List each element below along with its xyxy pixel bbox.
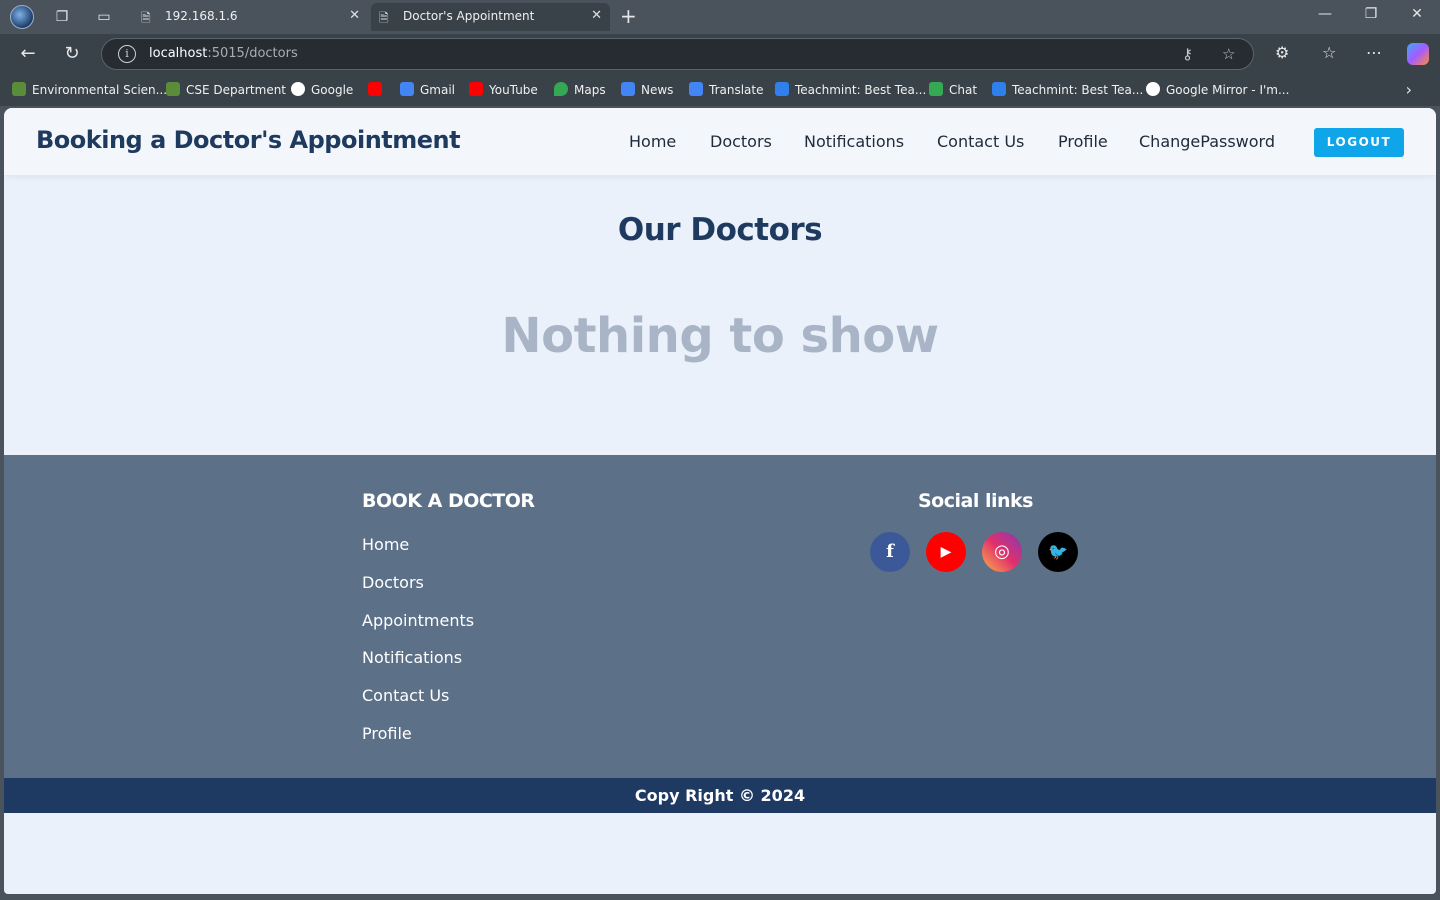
bookmark-item[interactable]: Chat <box>929 82 977 97</box>
bookmark-item[interactable]: Google <box>291 82 353 97</box>
site-footer: BOOK A DOCTOR Home Doctors Appointments … <box>4 455 1436 778</box>
nav-change-password[interactable]: ChangePassword <box>1139 132 1275 151</box>
page-title: Our Doctors <box>617 212 823 248</box>
browser-tab-192[interactable]: 🗎 192.168.1.6 ✕ <box>133 3 368 31</box>
bookmark-item[interactable]: Environmental Scien... <box>12 82 167 97</box>
teachmint-icon <box>992 82 1006 96</box>
nav-notifications[interactable]: Notifications <box>804 132 904 151</box>
footer-link-doctors[interactable]: Doctors <box>362 573 424 592</box>
close-window-icon[interactable]: ✕ <box>1402 6 1432 22</box>
bookmark-item[interactable] <box>368 82 388 97</box>
maps-icon <box>554 82 568 96</box>
google-icon <box>291 82 305 96</box>
site-info-icon[interactable]: i <box>118 45 136 63</box>
footer-link-notifications[interactable]: Notifications <box>362 648 462 667</box>
google-mirror-icon <box>1146 82 1160 96</box>
bookmark-icon <box>166 82 180 96</box>
nav-doctors[interactable]: Doctors <box>710 132 772 151</box>
back-icon[interactable]: ← <box>15 42 41 66</box>
copyright-bar: Copy Right © 2024 <box>4 778 1436 813</box>
youtube-icon <box>469 82 483 96</box>
nav-contact-us[interactable]: Contact Us <box>937 132 1024 151</box>
tab-actions-icon[interactable]: ▭ <box>93 7 115 27</box>
teachmint-icon <box>775 82 789 96</box>
empty-state-message: Nothing to show <box>501 308 939 364</box>
address-row: ← ↻ i localhost:5015/doctors ⚷ ☆ ⚙ ☆ ⋯ <box>0 34 1440 74</box>
bookmark-icon <box>12 82 26 96</box>
social-links-heading: Social links <box>918 490 1033 512</box>
bookmark-item[interactable]: News <box>621 82 673 97</box>
url-text[interactable]: localhost:5015/doctors <box>149 46 298 61</box>
browser-tab-bar: ❐ ▭ 🗎 192.168.1.6 ✕ 🗎 Doctor's Appointme… <box>0 0 1440 34</box>
bookmark-item[interactable]: Maps <box>554 82 606 97</box>
footer-links-heading: BOOK A DOCTOR <box>362 490 535 512</box>
bookmarks-bar: Environmental Scien... CSE Department Go… <box>0 74 1440 106</box>
address-bar[interactable]: i localhost:5015/doctors ⚷ ☆ <box>101 38 1254 70</box>
close-tab-icon[interactable]: ✕ <box>591 8 602 23</box>
favorites-icon[interactable]: ☆ <box>1322 43 1336 62</box>
site-brand[interactable]: Booking a Doctor's Appointment <box>36 126 461 154</box>
instagram-icon[interactable]: ◎ <box>982 532 1022 572</box>
chevron-right-icon[interactable]: › <box>1406 80 1412 99</box>
minimize-icon[interactable]: — <box>1310 6 1340 22</box>
favorite-star-icon[interactable]: ☆ <box>1222 45 1235 63</box>
gmail-icon <box>400 82 414 96</box>
tab-title: Doctor's Appointment <box>403 9 535 23</box>
logout-button[interactable]: LOGOUT <box>1314 128 1404 157</box>
page-icon: 🗎 <box>379 11 389 25</box>
browser-tab-doctors[interactable]: 🗎 Doctor's Appointment ✕ <box>371 3 610 31</box>
refresh-icon[interactable]: ↻ <box>59 42 85 66</box>
nav-profile[interactable]: Profile <box>1058 132 1108 151</box>
news-icon <box>621 82 635 96</box>
key-icon[interactable]: ⚷ <box>1182 45 1193 63</box>
browser-profile-icon[interactable] <box>10 5 34 29</box>
footer-link-contact-us[interactable]: Contact Us <box>362 686 449 705</box>
window-bottom-edge <box>0 894 1440 900</box>
nav-home[interactable]: Home <box>629 132 676 151</box>
page-viewport: Booking a Doctor's Appointment Home Doct… <box>4 108 1436 894</box>
more-options-icon[interactable]: ⋯ <box>1366 43 1382 62</box>
footer-link-appointments[interactable]: Appointments <box>362 611 474 630</box>
bookmark-item[interactable]: CSE Department <box>166 82 286 97</box>
youtube-icon[interactable]: ▶ <box>926 532 966 572</box>
translate-icon <box>689 82 703 96</box>
youtube-icon <box>368 82 382 96</box>
new-tab-icon[interactable]: + <box>620 4 637 28</box>
restore-icon[interactable]: ❐ <box>1356 6 1386 22</box>
bookmark-item[interactable]: Google Mirror - I'm... <box>1146 82 1289 97</box>
bookmark-item[interactable]: Gmail <box>400 82 455 97</box>
site-header: Booking a Doctor's Appointment Home Doct… <box>4 108 1436 175</box>
page-icon: 🗎 <box>141 11 151 25</box>
twitter-icon[interactable]: 🐦 <box>1038 532 1078 572</box>
bookmark-item[interactable]: Translate <box>689 82 764 97</box>
tab-title: 192.168.1.6 <box>165 9 238 23</box>
close-tab-icon[interactable]: ✕ <box>349 8 360 23</box>
footer-link-profile[interactable]: Profile <box>362 724 412 743</box>
bookmark-item[interactable]: Teachmint: Best Tea... <box>992 82 1143 97</box>
footer-link-home[interactable]: Home <box>362 535 409 554</box>
facebook-icon[interactable]: f <box>870 532 910 572</box>
bookmark-item[interactable]: YouTube <box>469 82 538 97</box>
bookmark-item[interactable]: Teachmint: Best Tea... <box>775 82 926 97</box>
extensions-icon[interactable]: ⚙ <box>1275 43 1289 62</box>
copilot-icon[interactable] <box>1407 43 1429 65</box>
chat-icon <box>929 82 943 96</box>
workspaces-icon[interactable]: ❐ <box>51 7 73 27</box>
